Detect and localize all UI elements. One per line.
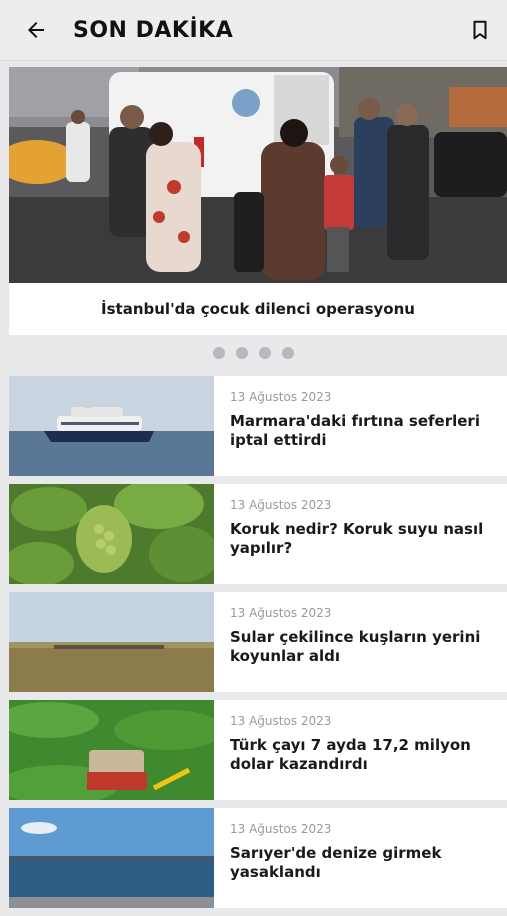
- news-item[interactable]: 13 Ağustos 2023 Sular çekilince kuşların…: [9, 592, 507, 692]
- news-title: Marmara'daki fırtına seferleri iptal ett…: [230, 412, 480, 449]
- news-thumbnail-sheep: [9, 592, 214, 692]
- app-bar: SON DAKİKA: [0, 0, 507, 61]
- news-item[interactable]: 13 Ağustos 2023 Marmara'daki fırtına sef…: [9, 376, 507, 476]
- news-thumbnail-grapes: [9, 484, 214, 584]
- pagination-dot[interactable]: [213, 347, 225, 359]
- news-title: Türk çayı 7 ayda 17,2 milyon dolar kazan…: [230, 736, 471, 773]
- slider-pagination: [0, 347, 507, 359]
- news-item[interactable]: 13 Ağustos 2023 Koruk nedir? Koruk suyu …: [9, 484, 507, 584]
- news-title: Sular çekilince kuşların yerini koyunlar…: [230, 628, 481, 665]
- arrow-left-icon: [24, 18, 48, 42]
- news-date: 13 Ağustos 2023: [230, 498, 332, 512]
- news-title: Koruk nedir? Koruk suyu nasıl yapılır?: [230, 520, 484, 557]
- pagination-dot[interactable]: [259, 347, 271, 359]
- news-item[interactable]: 13 Ağustos 2023 Türk çayı 7 ayda 17,2 mi…: [9, 700, 507, 800]
- back-button[interactable]: [21, 15, 51, 45]
- news-date: 13 Ağustos 2023: [230, 390, 332, 404]
- news-item[interactable]: 13 Ağustos 2023 Sarıyer'de denize girmek…: [9, 808, 507, 908]
- hero-news-slide[interactable]: İstanbul'da çocuk dilenci operasyonu: [9, 67, 507, 335]
- news-thumbnail-tea: [9, 700, 214, 800]
- news-date: 13 Ağustos 2023: [230, 714, 332, 728]
- pagination-dot[interactable]: [282, 347, 294, 359]
- pagination-dot[interactable]: [236, 347, 248, 359]
- hero-image: [9, 67, 507, 283]
- hero-caption: İstanbul'da çocuk dilenci operasyonu: [101, 300, 415, 318]
- news-list: 13 Ağustos 2023 Marmara'daki fırtına sef…: [9, 376, 507, 916]
- bookmark-button[interactable]: [465, 15, 495, 45]
- page-title: SON DAKİKA: [73, 17, 234, 43]
- news-title: Sarıyer'de denize girmek yasaklandı: [230, 844, 442, 881]
- news-thumbnail-sea: [9, 808, 214, 908]
- news-date: 13 Ağustos 2023: [230, 822, 332, 836]
- news-date: 13 Ağustos 2023: [230, 606, 332, 620]
- news-thumbnail-ferry: [9, 376, 214, 476]
- bookmark-icon: [469, 19, 491, 41]
